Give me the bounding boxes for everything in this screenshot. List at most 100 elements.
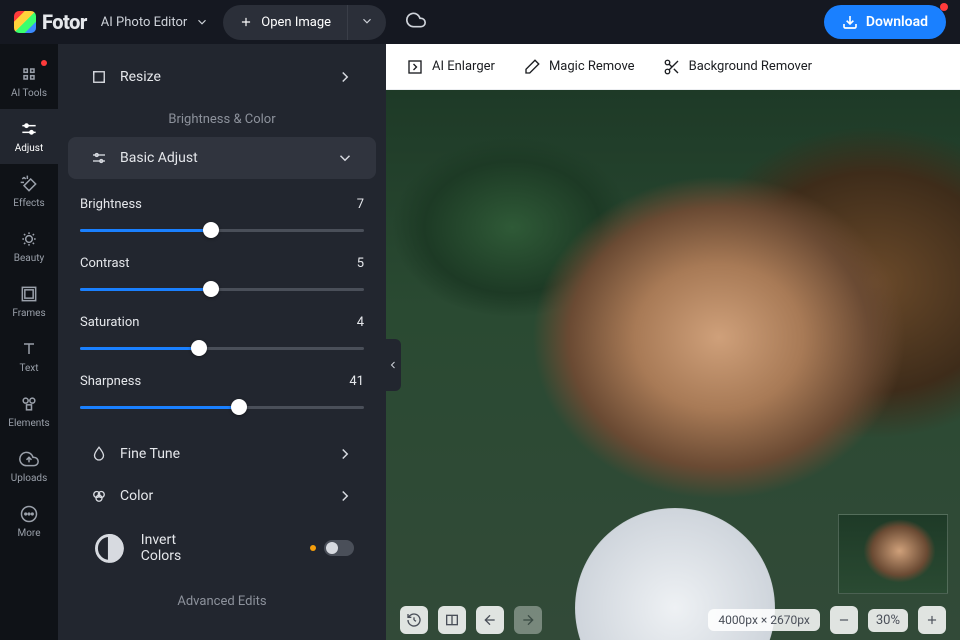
nav-label: Beauty [14, 253, 45, 264]
zoom-in-button[interactable] [918, 606, 946, 634]
open-image-dropdown[interactable] [347, 5, 386, 40]
contrast-label: Contrast [80, 256, 130, 271]
canvas-area: AI Enlarger Magic Remove Background Remo… [386, 44, 960, 640]
history-button[interactable] [400, 606, 428, 634]
nav-effects[interactable]: Effects [0, 164, 58, 219]
basic-adjust-label: Basic Adjust [120, 150, 198, 166]
resize-row[interactable]: Resize [68, 56, 376, 98]
canvas-dimensions: 4000px × 2670px [708, 609, 820, 631]
plus-icon [925, 613, 939, 627]
nav-label: Text [19, 363, 38, 374]
logo-mark-icon [14, 11, 36, 33]
frames-icon [19, 284, 39, 304]
chevron-down-icon [360, 14, 374, 28]
cloud-button[interactable] [406, 10, 426, 34]
contrast-value: 5 [357, 256, 364, 271]
invert-label: Invert Colors [141, 532, 181, 564]
chevron-right-icon [336, 487, 354, 505]
invert-icon [90, 529, 129, 568]
chevron-right-icon [336, 68, 354, 86]
open-image-button[interactable]: Open Image [223, 7, 347, 38]
nav-uploads[interactable]: Uploads [0, 439, 58, 494]
resize-icon [90, 68, 108, 86]
brightness-slider[interactable] [80, 222, 364, 238]
saturation-label: Saturation [80, 315, 139, 330]
mode-label: AI Photo Editor [101, 15, 188, 30]
nav-label: Effects [13, 198, 44, 209]
download-label: Download [866, 14, 928, 30]
adjust-panel: Resize Brightness & Color Basic Adjust B… [58, 44, 386, 640]
bg-remove-label: Background Remover [689, 59, 812, 74]
logo[interactable]: Fotor [14, 10, 87, 34]
plus-icon [239, 15, 253, 29]
color-icon [90, 487, 108, 505]
color-row[interactable]: Color [68, 475, 376, 517]
minimap[interactable] [838, 514, 948, 594]
saturation-slider[interactable] [80, 340, 364, 356]
nav-adjust[interactable]: Adjust [0, 109, 58, 164]
zoom-level[interactable]: 30% [868, 609, 908, 632]
ai-enlarger-button[interactable]: AI Enlarger [406, 58, 495, 76]
compare-button[interactable] [438, 606, 466, 634]
saturation-slider-block: Saturation 4 [58, 307, 386, 366]
open-image-group: Open Image [223, 5, 386, 40]
fine-tune-label: Fine Tune [120, 446, 180, 462]
text-icon [19, 339, 39, 359]
basic-adjust-row[interactable]: Basic Adjust [68, 137, 376, 179]
mode-dropdown[interactable]: AI Photo Editor [101, 15, 210, 30]
chevron-left-icon [387, 359, 399, 371]
scissors-icon [663, 58, 681, 76]
sliders-icon [90, 149, 108, 167]
download-button[interactable]: Download [824, 5, 946, 39]
elements-icon [19, 394, 39, 414]
section-advanced-edits: Advanced Edits [58, 580, 386, 615]
nav-label: Uploads [11, 473, 47, 484]
compare-icon [444, 612, 460, 628]
fine-tune-row[interactable]: Fine Tune [68, 433, 376, 475]
undo-button[interactable] [476, 606, 504, 634]
nav-text[interactable]: Text [0, 329, 58, 384]
cloud-icon [406, 10, 426, 30]
uploads-icon [19, 449, 39, 469]
premium-dot-icon [310, 545, 316, 551]
magic-remove-button[interactable]: Magic Remove [523, 58, 635, 76]
nav-more[interactable]: More [0, 494, 58, 549]
chevron-down-icon [195, 15, 209, 29]
download-icon [842, 14, 858, 30]
enlarger-icon [406, 58, 424, 76]
zoom-out-button[interactable] [830, 606, 858, 634]
nav-label: Elements [8, 418, 49, 429]
history-icon [406, 612, 422, 628]
section-brightness-color: Brightness & Color [58, 98, 386, 137]
chevron-down-icon [336, 149, 354, 167]
resize-label: Resize [120, 69, 161, 85]
canvas-footer: 4000px × 2670px 30% [386, 600, 960, 640]
brand-text: Fotor [42, 10, 87, 34]
eraser-icon [523, 58, 541, 76]
sharpness-slider[interactable] [80, 399, 364, 415]
nav-label: More [17, 528, 40, 539]
sharpness-label: Sharpness [80, 374, 141, 389]
nav-frames[interactable]: Frames [0, 274, 58, 329]
sharpness-value: 41 [349, 374, 364, 389]
notification-dot-icon [940, 3, 948, 11]
arrow-left-icon [482, 612, 498, 628]
minus-icon [837, 613, 851, 627]
nav-ai-tools[interactable]: AI Tools [0, 54, 58, 109]
nav-label: Frames [12, 308, 45, 319]
contrast-slider[interactable] [80, 281, 364, 297]
adjust-icon [19, 119, 39, 139]
canvas[interactable]: 4000px × 2670px 30% [386, 90, 960, 640]
nav-elements[interactable]: Elements [0, 384, 58, 439]
open-image-label: Open Image [261, 15, 331, 30]
collapse-panel-button[interactable] [386, 339, 401, 391]
bg-remove-button[interactable]: Background Remover [663, 58, 812, 76]
magic-remove-label: Magic Remove [549, 59, 635, 74]
redo-button[interactable] [514, 606, 542, 634]
brightness-label: Brightness [80, 197, 142, 212]
brightness-value: 7 [357, 197, 364, 212]
beauty-icon [19, 229, 39, 249]
sidebar-nav: AI Tools Adjust Effects Beauty Frames Te… [0, 44, 58, 640]
invert-toggle[interactable] [324, 540, 354, 556]
nav-beauty[interactable]: Beauty [0, 219, 58, 274]
